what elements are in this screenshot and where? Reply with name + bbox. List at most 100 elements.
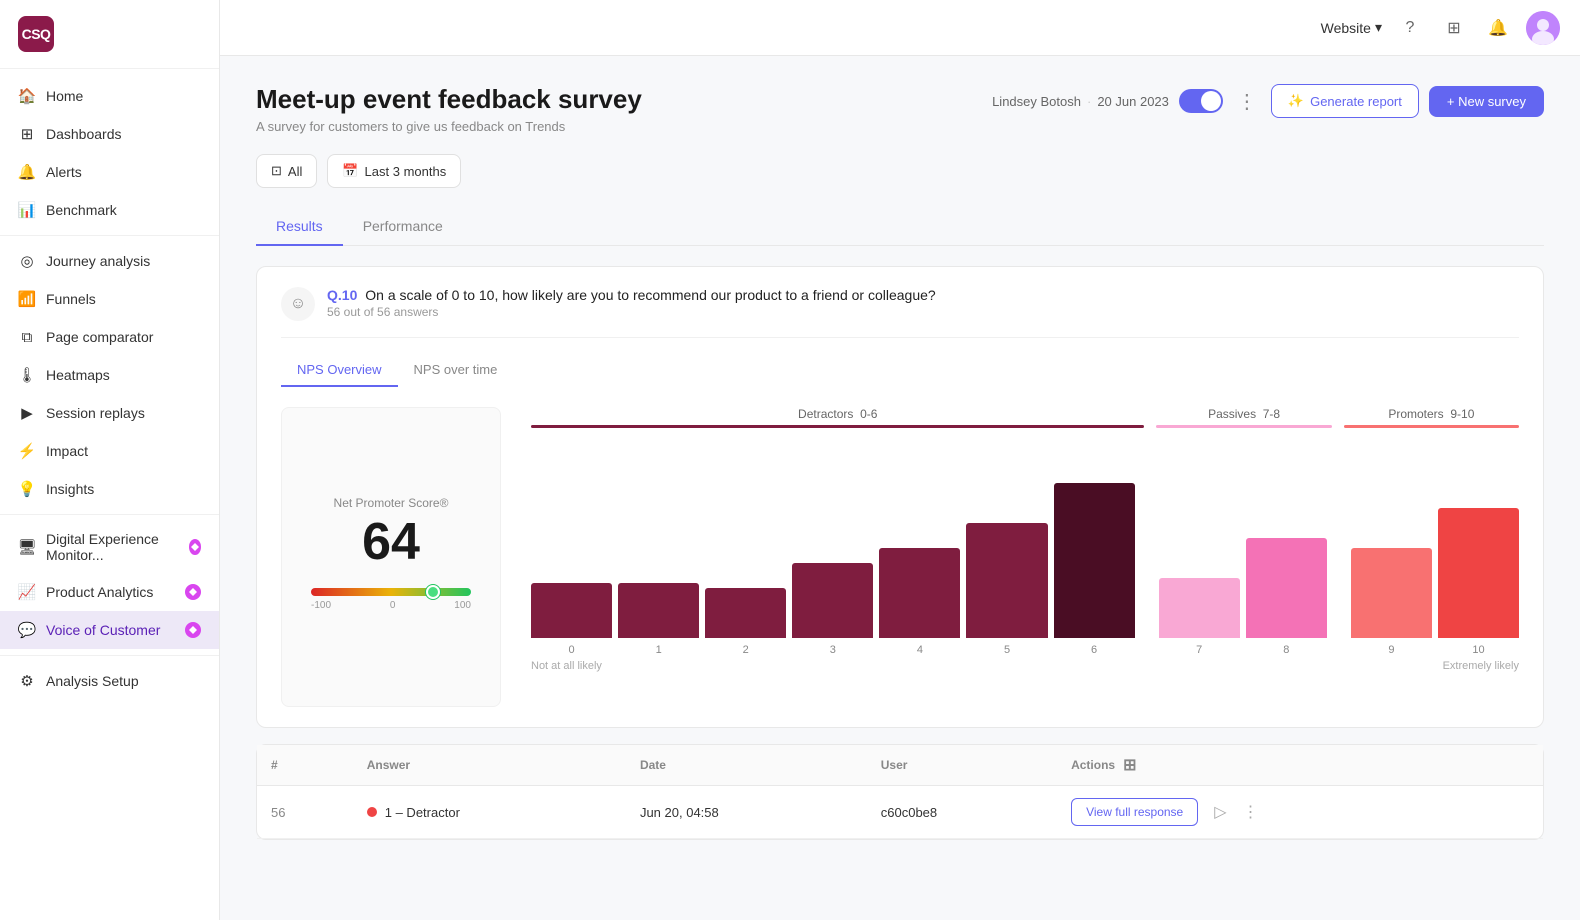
sidebar-item-label: Insights — [46, 481, 94, 497]
sidebar-item-heatmaps[interactable]: 🌡 Heatmaps — [0, 356, 219, 394]
promoters-section: Promoters 9-10 — [1344, 407, 1519, 428]
bar-rect-7 — [1159, 578, 1240, 638]
gauge-zero: 0 — [390, 600, 396, 611]
active-toggle[interactable] — [1179, 89, 1223, 113]
meta-dot: · — [1087, 94, 1091, 109]
nps-tab-over-time[interactable]: NPS over time — [398, 354, 514, 387]
detractors-label: Detractors 0-6 — [531, 407, 1144, 421]
nps-tab-overview[interactable]: NPS Overview — [281, 354, 398, 387]
x-label-0: 0 — [531, 644, 612, 656]
sidebar-item-home[interactable]: 🏠 Home — [0, 77, 219, 115]
passives-label: Passives 7-8 — [1156, 407, 1331, 421]
digital-icon: 🖥 — [18, 538, 36, 556]
nps-overview: Net Promoter Score® 64 -100 0 100 — [281, 407, 1519, 707]
view-full-response-button[interactable]: View full response — [1071, 798, 1198, 826]
avatar[interactable] — [1526, 11, 1560, 45]
sidebar-item-page-comparator[interactable]: ⧉ Page comparator — [0, 318, 219, 356]
filter-date-button[interactable]: 📅 Last 3 months — [327, 154, 461, 188]
gap-label-1 — [1141, 644, 1153, 656]
sidebar-item-label: Product Analytics — [46, 584, 153, 600]
response-table: # Answer Date User Actions ⊞ — [257, 745, 1543, 839]
logo-area: CSQ — [0, 0, 219, 69]
nav-divider-3 — [0, 655, 219, 656]
play-icon[interactable]: ▷ — [1214, 802, 1226, 822]
sidebar-item-alerts[interactable]: 🔔 Alerts — [0, 153, 219, 191]
bar-rect-3 — [792, 563, 873, 638]
x-labels-row: 0 1 2 3 4 5 6 7 8 9 10 — [531, 644, 1519, 656]
more-options-button[interactable]: ⋮ — [1233, 85, 1261, 118]
page-actions: Lindsey Botosh · 20 Jun 2023 ⋮ ✨ Generat… — [992, 84, 1544, 118]
insights-icon: 💡 — [18, 480, 36, 498]
sidebar-item-funnels[interactable]: 📶 Funnels — [0, 280, 219, 318]
notification-button[interactable]: 🔔 — [1482, 12, 1514, 44]
sidebar-item-digital-experience[interactable]: 🖥 Digital Experience Monitor... — [0, 521, 219, 573]
more-row-icon[interactable]: ⋮ — [1243, 802, 1259, 822]
filter-all-button[interactable]: ⊡ All — [256, 154, 317, 188]
bar-rect-8 — [1246, 538, 1327, 638]
bar-5 — [966, 523, 1047, 638]
sidebar-item-insights[interactable]: 💡 Insights — [0, 470, 219, 508]
col-number: # — [257, 745, 353, 786]
answer-text: 1 – Detractor — [385, 805, 460, 820]
new-survey-button[interactable]: + New survey — [1429, 86, 1544, 117]
workspace-selector[interactable]: Website ▾ — [1321, 19, 1382, 36]
row-user: c60c0be8 — [867, 786, 1057, 839]
bar-4 — [879, 548, 960, 638]
sidebar-item-analysis-setup[interactable]: ⚙ Analysis Setup — [0, 662, 219, 700]
table-header-actions: Actions ⊞ — [1071, 755, 1529, 775]
answer-dot — [367, 807, 377, 817]
sidebar-item-voice-of-customer[interactable]: 💬 Voice of Customer — [0, 611, 219, 649]
sparkle-icon: ✨ — [1288, 93, 1304, 109]
help-button[interactable]: ? — [1394, 12, 1426, 44]
gauge-min: -100 — [311, 600, 331, 611]
question-icon: ☺ — [281, 287, 315, 321]
response-number: 56 — [271, 805, 285, 820]
page-header: Meet-up event feedback survey A survey f… — [256, 84, 1544, 134]
workspace-label: Website — [1321, 20, 1371, 36]
app-logo[interactable]: CSQ — [18, 16, 54, 52]
sidebar-item-journey-analysis[interactable]: ◎ Journey analysis — [0, 242, 219, 280]
sidebar-item-product-analytics[interactable]: 📈 Product Analytics — [0, 573, 219, 611]
sidebar-item-label: Funnels — [46, 291, 96, 307]
promoters-line — [1344, 425, 1519, 428]
nps-gauge: -100 0 100 — [311, 588, 471, 611]
sidebar-item-dashboards[interactable]: ⊞ Dashboards — [0, 115, 219, 153]
question-body: On a scale of 0 to 10, how likely are yo… — [365, 287, 935, 303]
generate-report-button[interactable]: ✨ Generate report — [1271, 84, 1419, 118]
bars-row — [531, 438, 1519, 638]
tab-performance[interactable]: Performance — [343, 208, 463, 246]
filter-date-label: Last 3 months — [365, 164, 447, 179]
sidebar-item-benchmark[interactable]: 📊 Benchmark — [0, 191, 219, 229]
page-title: Meet-up event feedback survey — [256, 84, 642, 115]
nps-score-number: 64 — [362, 516, 420, 568]
benchmark-icon: 📊 — [18, 201, 36, 219]
alerts-icon: 🔔 — [18, 163, 36, 181]
x-label-9: 9 — [1351, 644, 1432, 656]
bar-8 — [1246, 538, 1327, 638]
nav-divider — [0, 235, 219, 236]
passives-section: Passives 7-8 — [1156, 407, 1331, 428]
bar-rect-9 — [1351, 548, 1432, 638]
sidebar-item-session-replays[interactable]: ▶ Session replays — [0, 394, 219, 432]
bar-7 — [1159, 578, 1240, 638]
meta-info: Lindsey Botosh · 20 Jun 2023 — [992, 94, 1169, 109]
question-text: Q.10 On a scale of 0 to 10, how likely a… — [327, 287, 936, 303]
row-answer: 1 – Detractor — [353, 786, 626, 839]
bar-rect-5 — [966, 523, 1047, 638]
sidebar-item-label: Heatmaps — [46, 367, 110, 383]
filter-all-label: All — [288, 164, 302, 179]
gauge-max: 100 — [454, 600, 471, 611]
answer-cell: 1 – Detractor — [367, 805, 612, 820]
sidebar-item-impact[interactable]: ⚡ Impact — [0, 432, 219, 470]
topbar: Website ▾ ? ⊞ 🔔 — [220, 0, 1580, 56]
row-actions: View full response ▷ ⋮ — [1057, 786, 1543, 839]
page-content: Meet-up event feedback survey A survey f… — [220, 56, 1580, 920]
grid-button[interactable]: ⊞ — [1438, 12, 1470, 44]
table-grid-icon[interactable]: ⊞ — [1123, 755, 1136, 775]
diamond-badge — [189, 539, 201, 555]
sidebar-item-label: Voice of Customer — [46, 622, 160, 638]
tab-results[interactable]: Results — [256, 208, 343, 246]
sidebar: CSQ 🏠 Home ⊞ Dashboards 🔔 Alerts 📊 Bench… — [0, 0, 220, 920]
question-text-area: Q.10 On a scale of 0 to 10, how likely a… — [327, 287, 936, 319]
main-area: Website ▾ ? ⊞ 🔔 Meet-up event feedback s… — [220, 0, 1580, 920]
